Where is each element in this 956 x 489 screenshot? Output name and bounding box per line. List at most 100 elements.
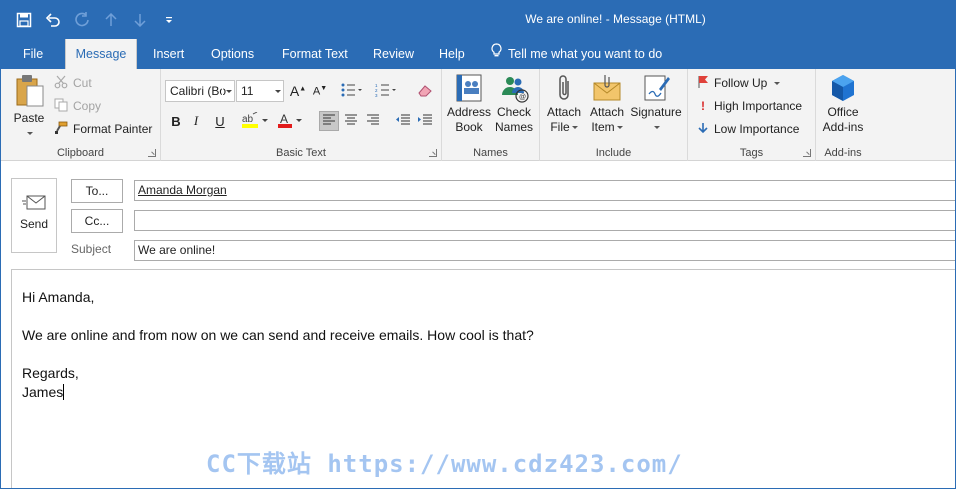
group-names: Address Book @ Check Names Names [442, 69, 540, 161]
body-signature: James [22, 384, 64, 400]
tell-me-label: Tell me what you want to do [508, 47, 663, 61]
to-button[interactable]: To... [71, 179, 123, 203]
follow-up-dropdown-icon [774, 81, 781, 85]
attach-item-button[interactable]: Attach Item [586, 73, 628, 135]
paste-button[interactable]: Paste [9, 73, 49, 141]
tell-me-search[interactable]: Tell me what you want to do [479, 39, 674, 69]
low-importance-button[interactable]: Low Importance [697, 119, 799, 139]
font-color-icon: A [278, 112, 304, 131]
font-size-dropdown[interactable]: 11 [236, 80, 284, 102]
font-name-dropdown[interactable]: Calibri (Bo [165, 80, 235, 102]
chevron-down-icon [222, 81, 234, 101]
tab-message[interactable]: Message [65, 39, 137, 69]
check-names-button[interactable]: @ Check Names [492, 73, 536, 135]
cut-button[interactable]: Cut [54, 73, 92, 93]
basic-text-group-label: Basic Text [276, 147, 326, 159]
tags-launcher-icon[interactable] [803, 149, 811, 157]
grow-font-button[interactable]: A▲ [288, 81, 308, 101]
send-button[interactable]: Send [11, 178, 57, 253]
group-basic-text: Calibri (Bo 11 A▲ A▼ 123 B I U ab A Basi… [161, 69, 442, 161]
flag-icon [697, 75, 709, 92]
tab-help[interactable]: Help [427, 39, 477, 69]
cc-field[interactable] [134, 210, 955, 231]
to-field[interactable]: Amanda Morgan [134, 180, 955, 201]
paperclip-icon [559, 75, 569, 100]
send-envelope-icon [22, 195, 46, 210]
envelope-attach-icon [593, 75, 621, 101]
signature-button[interactable]: Signature [628, 73, 684, 135]
down-arrow-icon [697, 122, 709, 137]
office-addins-button[interactable]: Office Add-ins [818, 73, 868, 135]
watermark: CC下载站 https://www.cdz423.com/ [206, 450, 683, 478]
subject-label: Subject [71, 242, 112, 256]
cc-button[interactable]: Cc... [71, 209, 123, 233]
font-color-button[interactable]: A [277, 111, 305, 131]
align-center-button[interactable] [341, 111, 361, 131]
highlighter-icon: ab [242, 111, 268, 131]
tab-file[interactable]: File [11, 39, 55, 69]
bullets-icon [341, 83, 363, 100]
exclamation-icon: ! [701, 99, 705, 113]
send-label: Send [19, 217, 49, 231]
eraser-icon [417, 83, 433, 100]
title-bar: We are online! - Message (HTML) [1, 1, 955, 39]
shrink-font-icon: A▼ [312, 84, 328, 98]
window-title: We are online! - Message (HTML) [525, 12, 706, 26]
tab-review[interactable]: Review [361, 39, 426, 69]
numbering-button[interactable]: 123 [373, 81, 399, 101]
underline-button[interactable]: U [210, 111, 230, 131]
decrease-indent-button[interactable] [393, 111, 413, 131]
follow-up-button[interactable]: Follow Up [697, 73, 781, 93]
ribbon-tabs: File Message Insert Options Format Text … [1, 39, 955, 69]
scissors-icon [54, 75, 68, 92]
signature-dropdown-icon [654, 126, 660, 130]
paste-label: Paste [13, 111, 45, 125]
increase-indent-icon [417, 114, 433, 129]
copy-icon [54, 98, 68, 115]
text-cursor [63, 384, 65, 400]
increase-indent-button[interactable] [415, 111, 435, 131]
highlight-button[interactable]: ab [241, 111, 269, 131]
clipboard-group-label: Clipboard [56, 147, 105, 159]
high-importance-button[interactable]: ! High Importance [697, 96, 802, 116]
tab-insert[interactable]: Insert [141, 39, 196, 69]
paste-icon [16, 75, 44, 107]
bold-button[interactable]: B [166, 111, 186, 131]
paintbrush-icon [54, 121, 68, 138]
attach-item-dropdown-icon [616, 126, 623, 130]
italic-button[interactable]: I [186, 111, 206, 131]
svg-text:3: 3 [375, 93, 378, 97]
align-right-button[interactable] [363, 111, 383, 131]
recipient-amanda-morgan[interactable]: Amanda Morgan [138, 183, 227, 197]
office-addins-icon [832, 75, 854, 101]
body-line-1: We are online and from now on we can sen… [22, 327, 534, 343]
svg-text:ab: ab [242, 114, 254, 125]
tags-group-label: Tags [739, 147, 764, 159]
attach-file-button[interactable]: Attach File [544, 73, 584, 135]
tab-format-text[interactable]: Format Text [270, 39, 360, 69]
address-book-icon [456, 74, 482, 102]
format-painter-button[interactable]: Format Painter [54, 119, 152, 139]
tab-options[interactable]: Options [199, 39, 266, 69]
compose-header: Send To... Amanda Morgan Cc... Subject W… [1, 161, 955, 269]
group-include: Attach File Attach Item Signature Includ… [540, 69, 688, 161]
decrease-indent-icon [395, 114, 411, 129]
address-book-button[interactable]: Address Book [446, 73, 492, 135]
basic-text-launcher-icon[interactable] [429, 149, 437, 157]
subject-field[interactable]: We are online! [134, 240, 955, 261]
group-addins: Office Add-ins Add-ins [816, 69, 870, 161]
include-group-label: Include [595, 147, 632, 159]
align-left-button[interactable] [319, 111, 339, 131]
addins-group-label: Add-ins [824, 147, 862, 159]
numbering-icon: 123 [375, 83, 397, 100]
shrink-font-button[interactable]: A▼ [310, 81, 330, 101]
attach-file-dropdown-icon [571, 126, 578, 130]
clipboard-launcher-icon[interactable] [148, 149, 156, 157]
check-names-icon: @ [502, 77, 529, 103]
group-tags: Follow Up ! High Importance Low Importan… [688, 69, 816, 161]
grow-font-icon: A▲ [289, 83, 307, 99]
bullets-button[interactable] [339, 81, 365, 101]
outlook-message-window: We are online! - Message (HTML) File Mes… [0, 0, 956, 489]
copy-button[interactable]: Copy [54, 96, 101, 116]
clear-formatting-button[interactable] [415, 81, 435, 101]
